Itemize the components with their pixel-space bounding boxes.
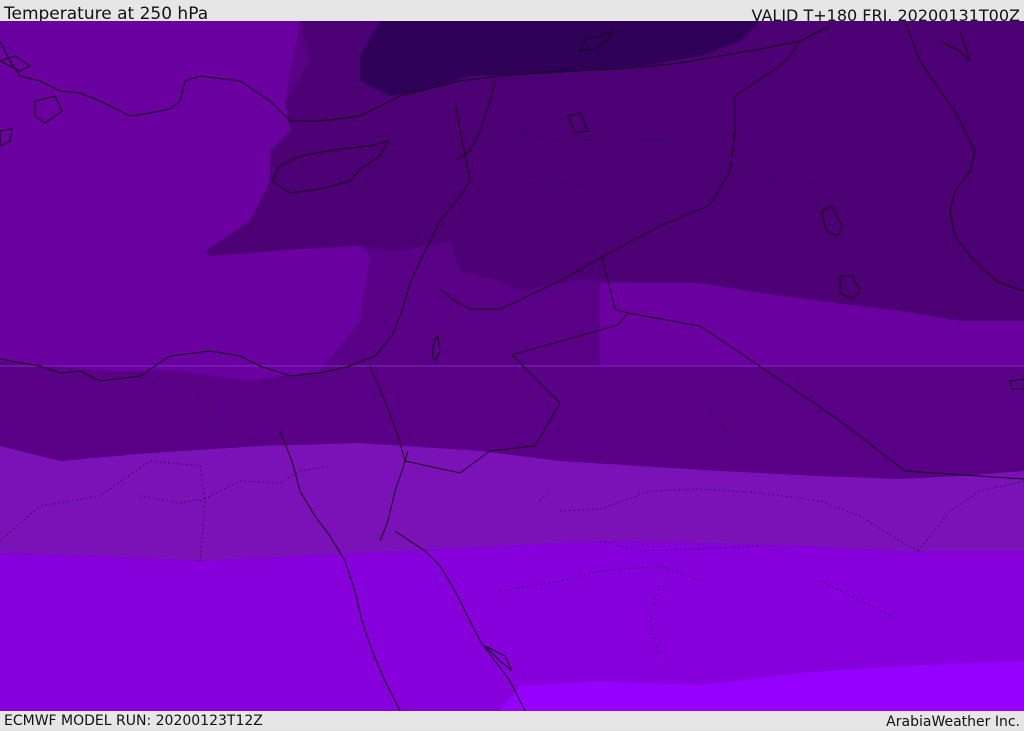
header-bar: Temperature at 250 hPa VALID T+180 FRI. … bbox=[0, 0, 1024, 25]
temperature-map bbox=[0, 21, 1024, 711]
model-run: ECMWF MODEL RUN: 20200123T12Z bbox=[4, 713, 263, 729]
credit: ArabiaWeather Inc. bbox=[886, 714, 1020, 730]
footer-bar: ECMWF MODEL RUN: 20200123T12Z ArabiaWeat… bbox=[0, 711, 1024, 730]
